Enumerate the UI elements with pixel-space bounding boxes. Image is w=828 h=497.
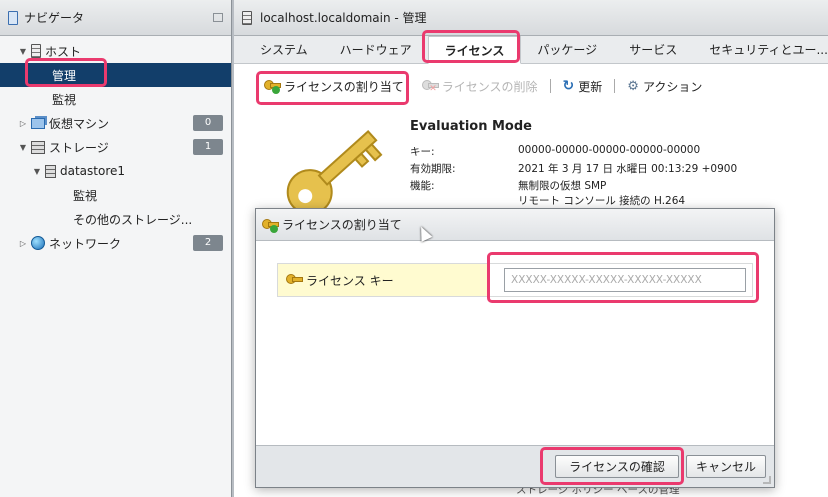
gear-icon: ⚙: [627, 78, 639, 94]
license-expiry-value: 2021 年 3 月 17 日 水曜日 00:13:29 +0900: [518, 163, 738, 175]
refresh-icon: ↻: [562, 78, 575, 94]
storage-count-badge: 1: [193, 139, 223, 155]
tree-item-other-storage[interactable]: その他のストレージ...: [0, 207, 231, 231]
dialog-header[interactable]: ライセンスの割り当て: [256, 209, 774, 241]
tree-item-vms[interactable]: ▷ 仮想マシン 0: [0, 111, 231, 135]
tree-item-network-label: ネットワーク: [49, 236, 122, 251]
main-header: localhost.localdomain - 管理: [234, 0, 828, 36]
actions-button[interactable]: ⚙ アクション: [623, 78, 706, 95]
plus-icon: [270, 224, 278, 233]
navigator-header: ナビゲータ: [0, 0, 231, 36]
tab-bar: システム ハードウェア ライセンス パッケージ サービス セキュリティとユー..…: [234, 36, 828, 64]
page-title: localhost.localdomain - 管理: [260, 11, 427, 25]
tree-item-datastore1[interactable]: ▼ datastore1: [0, 159, 231, 183]
key-icon: [286, 273, 303, 287]
assign-license-button[interactable]: ライセンスの割り当て: [260, 78, 408, 95]
vm-count-badge: 0: [193, 115, 223, 131]
tree-item-network[interactable]: ▷ ネットワーク 2: [0, 231, 231, 255]
tree-item-host-label: ホスト: [45, 44, 82, 59]
license-features-label: 機能:: [410, 180, 435, 192]
navigator-panel: ナビゲータ ▼ ホスト 管理 監視 ▷ 仮想マシン 0 ▼ ストレージ 1 ▼: [0, 0, 232, 497]
license-key-label: キー:: [410, 146, 435, 158]
vm-icon: [31, 117, 45, 129]
confirm-license-button[interactable]: ライセンスの確認: [555, 455, 679, 478]
tab-license[interactable]: ライセンス: [427, 36, 522, 64]
license-features-value: 無制限の仮想 SMP: [518, 180, 607, 192]
tree-item-host-manage-label: 管理: [52, 68, 77, 83]
refresh-button[interactable]: ↻ 更新: [559, 78, 607, 95]
collapsed-arrow-icon[interactable]: ▷: [18, 239, 28, 248]
actions-label: アクション: [642, 79, 703, 94]
key-remove-icon: ✕: [421, 79, 439, 94]
license-key-field-row: ライセンス キー: [277, 263, 753, 297]
expand-arrow-icon[interactable]: ▼: [18, 143, 28, 152]
datastore-icon: [45, 164, 56, 178]
tab-packages[interactable]: パッケージ: [521, 37, 613, 63]
tree-item-host-manage[interactable]: 管理: [0, 63, 231, 87]
key-add-icon: [262, 218, 279, 233]
key-add-icon: [264, 79, 281, 94]
tab-hardware[interactable]: ハードウェア: [324, 37, 428, 63]
tree-item-host-monitor-label: 監視: [52, 92, 77, 107]
refresh-label: 更新: [578, 79, 603, 94]
navigator-icon: [8, 10, 18, 25]
cancel-button[interactable]: キャンセル: [686, 455, 766, 478]
x-icon: ✕: [429, 84, 437, 94]
assign-license-dialog: ライセンスの割り当て ライセンス キー ライセンスの確認 キャンセル: [255, 208, 775, 488]
network-icon: [31, 236, 45, 250]
storage-icon: [31, 140, 45, 154]
plus-icon: [272, 86, 280, 94]
license-features-value-2: リモート コンソール 接続の H.264: [518, 195, 686, 207]
remove-license-button[interactable]: ✕ ライセンスの削除: [418, 78, 542, 95]
tree-item-storage[interactable]: ▼ ストレージ 1: [0, 135, 231, 159]
navigator-title: ナビゲータ: [24, 11, 85, 25]
license-key-value: 00000-00000-00000-00000-00000: [518, 144, 701, 156]
host-icon: [242, 10, 252, 25]
expand-arrow-icon[interactable]: ▼: [32, 167, 42, 176]
tree-item-host[interactable]: ▼ ホスト: [0, 39, 231, 63]
tree-item-vms-label: 仮想マシン: [49, 116, 110, 131]
license-key-input[interactable]: [504, 268, 746, 292]
assign-license-label: ライセンスの割り当て: [284, 79, 404, 94]
tree-item-storage-monitor[interactable]: 監視: [0, 183, 231, 207]
network-count-badge: 2: [193, 235, 223, 251]
host-icon: [31, 44, 41, 58]
tree-item-datastore1-label: datastore1: [60, 164, 126, 178]
toolbar-separator: [614, 79, 616, 93]
navigator-tree: ▼ ホスト 管理 監視 ▷ 仮想マシン 0 ▼ ストレージ 1 ▼ datast…: [0, 36, 231, 255]
dialog-title: ライセンスの割り当て: [282, 218, 402, 232]
remove-license-label: ライセンスの削除: [441, 79, 538, 94]
tree-item-storage-monitor-label: 監視: [73, 188, 98, 203]
tab-system[interactable]: システム: [244, 37, 324, 63]
license-expiry-label: 有効期限:: [410, 163, 456, 175]
license-mode: Evaluation Mode: [410, 119, 532, 134]
tab-security-users[interactable]: セキュリティとユー...: [693, 37, 828, 63]
toolbar: ライセンスの割り当て ✕ ライセンスの削除 ↻ 更新 ⚙ アクション: [234, 64, 828, 108]
tree-item-storage-label: ストレージ: [49, 140, 109, 155]
toolbar-separator: [549, 79, 551, 93]
tab-services[interactable]: サービス: [613, 37, 693, 63]
collapsed-arrow-icon[interactable]: ▷: [18, 119, 28, 128]
dialog-footer: ライセンスの確認 キャンセル: [256, 445, 774, 487]
tree-item-host-monitor[interactable]: 監視: [0, 87, 231, 111]
resize-grip-icon[interactable]: [763, 476, 771, 484]
expand-arrow-icon[interactable]: ▼: [18, 47, 28, 56]
minimize-icon[interactable]: [213, 13, 223, 22]
license-key-field-text: ライセンス キー: [306, 273, 394, 288]
tree-item-other-storage-label: その他のストレージ...: [73, 212, 193, 227]
license-key-field-label: ライセンス キー: [278, 264, 488, 296]
